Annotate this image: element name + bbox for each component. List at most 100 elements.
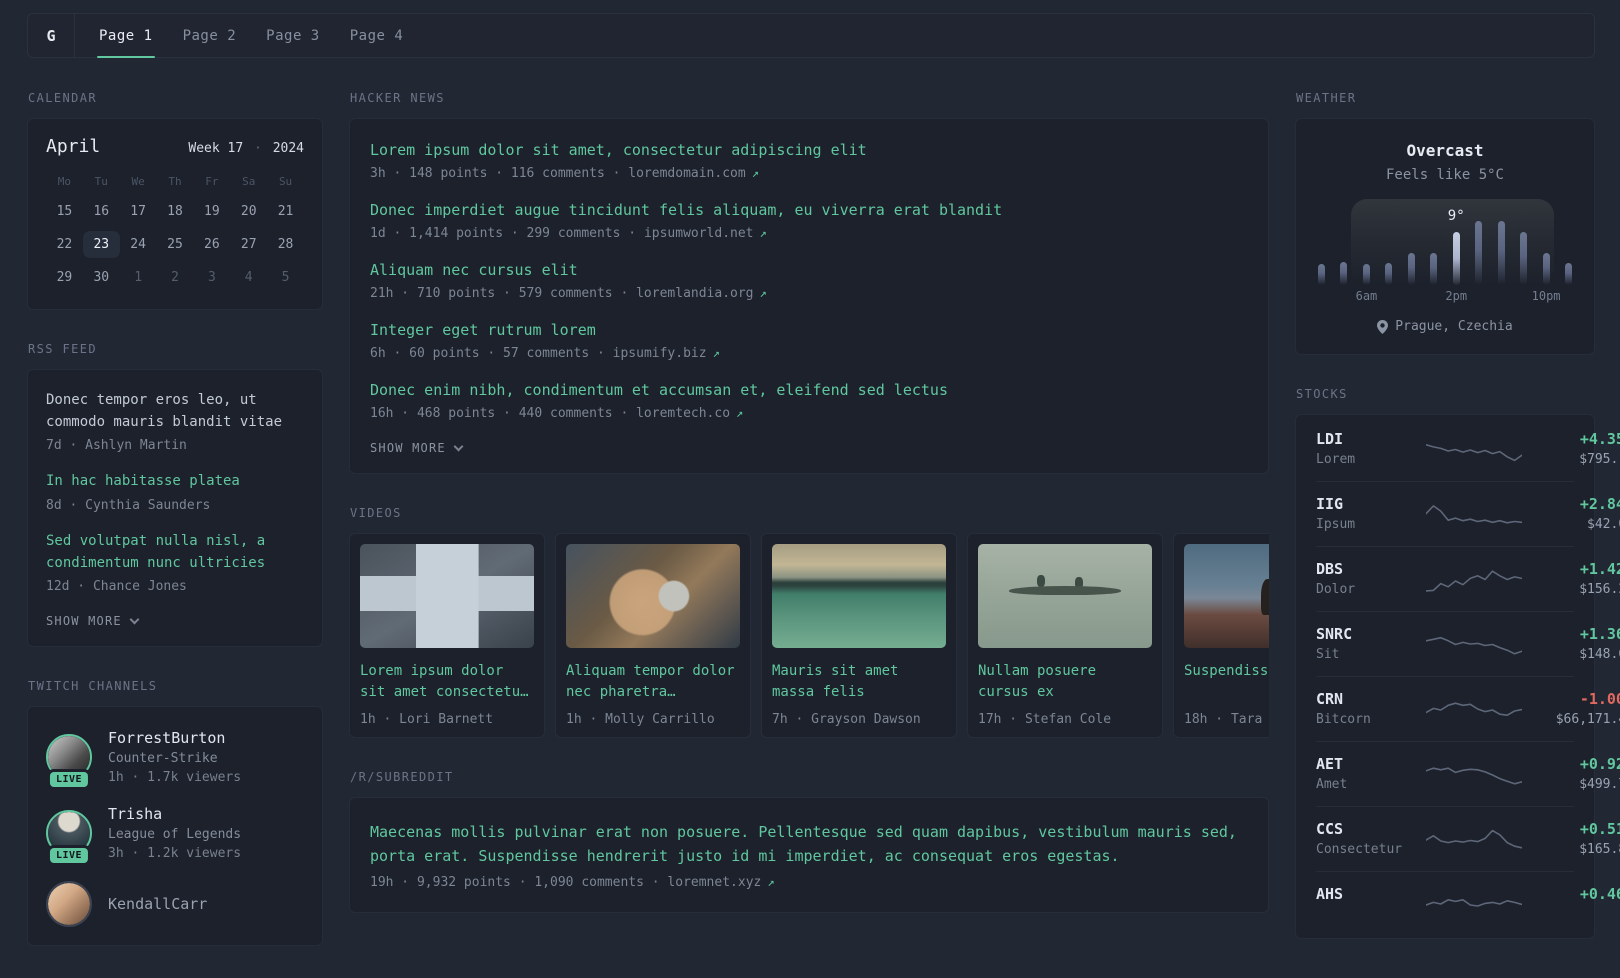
video-card[interactable]: Nullam posuere cursus ex 17h · Stefan Col… (967, 533, 1163, 738)
story-meta-text: 1d · 1,414 points · 299 comments · (370, 226, 644, 241)
stock-sparkline (1426, 569, 1522, 592)
story-meta-text: 16h · 468 points · 440 comments · (370, 406, 637, 421)
stock-ticker: IIG (1316, 495, 1344, 513)
weather-bar (1385, 263, 1393, 285)
story-domain[interactable]: ipsumworld.net (644, 226, 754, 241)
video-card[interactable]: Lorem ipsum dolor sit amet consectetu… 1h… (349, 533, 545, 738)
stock-row[interactable]: SNRC Sit +1.36% $148.64 (1316, 611, 1620, 676)
weather-bar-slot (1362, 264, 1370, 285)
rss-card: Donec tempor eros leo, ut commodo mauris… (27, 369, 323, 648)
hackernews-card: Lorem ipsum dolor sit amet, consectetur … (349, 118, 1269, 474)
twitch-list: LIVE ForrestBurton Counter-Strike 1h · 1.7k… (46, 729, 304, 928)
video-title[interactable]: Nullam posuere cursus ex (978, 661, 1152, 703)
page-tabs: Page 1 Page 2 Page 3 Page 4 (75, 14, 427, 58)
channel-name[interactable]: KendallCarr (108, 895, 207, 913)
stock-row[interactable]: IIG Ipsum +2.84% $42.04 (1316, 481, 1620, 546)
weather-bar (1430, 253, 1438, 285)
channel-meta: 3h · 1.2k viewers (108, 846, 242, 862)
video-card[interactable]: Suspendisse diam 18h · Tara (1173, 533, 1269, 738)
stock-id: CRN Bitcorn (1316, 690, 1426, 727)
post-meta-text: 19h · 9,932 points · 1,090 comments · (370, 875, 668, 890)
avatar-wrap (46, 881, 92, 928)
dashboard-columns: CALENDAR April Week 17 · 2024 Mo Tu We Th Fr… (27, 91, 1620, 978)
calendar-day-header: Mo (57, 175, 72, 188)
vintage-camera-hands-thumbnail (566, 544, 740, 648)
tab-page-2[interactable]: Page 2 (183, 14, 237, 57)
story-domain[interactable]: loremdomain.com (628, 166, 745, 181)
video-title[interactable]: Lorem ipsum dolor sit amet consectetu… (360, 661, 534, 703)
rss-show-more-button[interactable]: SHOW MORE (46, 614, 304, 628)
stock-row[interactable]: AHS +0.46% (1316, 871, 1620, 936)
rss-item-title[interactable]: Donec tempor eros leo, ut commodo mauris… (46, 390, 304, 433)
twitch-widget: TWITCH CHANNELS LIVE ForrestBurton Counter… (27, 679, 323, 947)
channel-name[interactable]: ForrestBurton (108, 729, 241, 747)
twitch-section-title: TWITCH CHANNELS (28, 679, 158, 694)
story-row: Integer eget rutrum lorem 6h · 60 points … (370, 321, 1248, 361)
video-card[interactable]: Mauris sit amet massa felis 7h · Grayson … (761, 533, 957, 738)
stock-id: AHS (1316, 885, 1426, 922)
stock-row[interactable]: CRN Bitcorn -1.00% $66,171.48 (1316, 676, 1620, 741)
story-title[interactable]: Donec imperdiet augue tincidunt felis al… (370, 201, 1248, 219)
stock-row[interactable]: DBS Dolor +1.42% $156.28 (1316, 546, 1620, 611)
post-domain[interactable]: loremnet.xyz (667, 875, 761, 890)
weather-bar (1520, 232, 1528, 285)
weather-bar-slot (1564, 263, 1572, 285)
rss-section-title: RSS FEED (28, 342, 97, 356)
rss-item-title[interactable]: Sed volutpat nulla nisl, a condimentum n… (46, 531, 304, 574)
weather-bar (1564, 263, 1572, 285)
stock-values: +1.36% $148.64 (1522, 625, 1620, 662)
channel-category: League of Legends (108, 827, 242, 843)
story-title[interactable]: Lorem ipsum dolor sit amet, consectetur … (370, 141, 1248, 159)
rss-item-title[interactable]: In hac habitasse platea (46, 471, 304, 493)
calendar-card: April Week 17 · 2024 Mo Tu We Th Fr Sa Su 15 16 1… (27, 118, 323, 310)
videos-row: Lorem ipsum dolor sit amet consectetu… 1h… (349, 533, 1269, 738)
videos-widget: VIDEOS Lorem ipsum dolor sit amet consec… (349, 506, 1269, 738)
app-logo[interactable]: G (28, 14, 75, 57)
external-link-icon: ↗ (736, 406, 744, 420)
calendar-day: 17 (130, 204, 146, 219)
concrete-pillars-sky-thumbnail (360, 544, 534, 648)
calendar-widget: CALENDAR April Week 17 · 2024 Mo Tu We Th Fr… (27, 91, 323, 310)
top-navigation-bar: G Page 1 Page 2 Page 3 Page 4 (27, 13, 1595, 58)
center-column: HACKER NEWS Lorem ipsum dolor sit amet, … (349, 91, 1269, 945)
story-title[interactable]: Integer eget rutrum lorem (370, 321, 1248, 339)
stock-row[interactable]: AET Amet +0.92% $499.72 (1316, 741, 1620, 806)
story-title[interactable]: Donec enim nibh, condimentum et accumsan… (370, 381, 1248, 399)
subreddit-post-title[interactable]: Maecenas mollis pulvinar erat non posuer… (370, 820, 1248, 868)
video-title[interactable]: Suspendisse diam (1184, 661, 1269, 703)
twitch-channel-row[interactable]: KendallCarr (46, 881, 304, 928)
stock-change: +0.92% (1579, 755, 1620, 773)
twitch-channel-info: Trisha League of Legends 3h · 1.2k viewers (108, 805, 241, 861)
stock-price: $795.18 (1579, 452, 1620, 467)
weather-hourly-bars: 9° (1318, 208, 1572, 285)
story-domain[interactable]: loremlandia.org (636, 286, 753, 301)
location-pin-icon (1377, 319, 1389, 334)
stock-id: CCS Consectetur (1316, 820, 1426, 857)
channel-name[interactable]: Trisha (108, 805, 241, 823)
twitch-channel-row[interactable]: LIVE Trisha League of Legends 3h · 1.2k vie… (46, 805, 304, 864)
stock-price: $42.04 (1587, 517, 1620, 532)
stock-spark-wrap (1426, 824, 1522, 854)
stock-spark-wrap (1426, 499, 1522, 529)
story-domain[interactable]: loremtech.co (636, 406, 730, 421)
story-domain[interactable]: ipsumify.biz (613, 346, 707, 361)
video-meta: 1h · Lori Barnett (360, 712, 494, 727)
stocks-widget: STOCKS LDI Lorem +4.35% $795.18 IIG Ipsum +2.8… (1295, 387, 1620, 939)
tab-page-3[interactable]: Page 3 (266, 14, 320, 57)
tab-page-1[interactable]: Page 1 (97, 14, 155, 58)
stock-ticker: CCS (1316, 820, 1344, 838)
weather-bar (1340, 262, 1348, 285)
tab-page-4[interactable]: Page 4 (350, 14, 404, 57)
hackernews-show-more-button[interactable]: SHOW MORE (370, 441, 1248, 455)
weather-location-row: Prague, Czechia (1314, 319, 1576, 334)
stock-ticker: SNRC (1316, 625, 1353, 643)
stock-row[interactable]: LDI Lorem +4.35% $795.18 (1316, 417, 1620, 481)
calendar-week: Week 17 (188, 141, 244, 156)
twitch-channel-row[interactable]: LIVE ForrestBurton Counter-Strike 1h · 1.7k… (46, 729, 304, 788)
stock-row[interactable]: CCS Consectetur +0.51% $165.84 (1316, 806, 1620, 871)
stock-ticker: AET (1316, 755, 1344, 773)
story-title[interactable]: Aliquam nec cursus elit (370, 261, 1248, 279)
video-title[interactable]: Aliquam tempor dolor nec pharetra… (566, 661, 740, 703)
video-card[interactable]: Aliquam tempor dolor nec pharetra… 1h · M… (555, 533, 751, 738)
video-title[interactable]: Mauris sit amet massa felis (772, 661, 946, 703)
